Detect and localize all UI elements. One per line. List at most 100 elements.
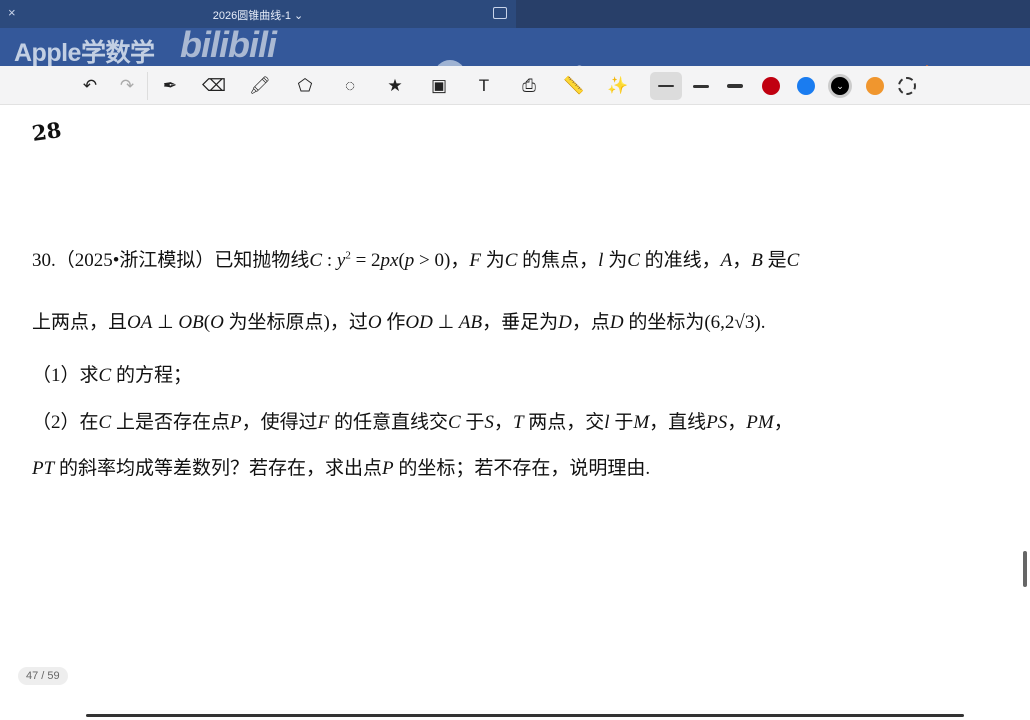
split-view-icon[interactable] bbox=[493, 7, 507, 19]
scrollbar[interactable] bbox=[1023, 551, 1027, 587]
math-symbol: OB bbox=[178, 312, 204, 333]
math-symbol: F bbox=[317, 412, 330, 433]
math-symbol: OD bbox=[405, 312, 433, 333]
problem-text: ，垂足为 bbox=[482, 312, 559, 333]
problem-text: 的焦点， bbox=[517, 250, 599, 271]
color-orange[interactable] bbox=[866, 77, 884, 95]
problem-text: 的方程； bbox=[111, 365, 192, 386]
math-symbol: M bbox=[633, 412, 650, 433]
math-symbol: px bbox=[380, 250, 399, 271]
math-symbol: O bbox=[367, 312, 382, 333]
problem-text: ， bbox=[493, 412, 513, 433]
problem-text: ，点 bbox=[571, 312, 610, 333]
color-red[interactable] bbox=[762, 77, 780, 95]
sticker-icon[interactable]: ★ bbox=[383, 75, 407, 97]
add-color-icon[interactable] bbox=[898, 77, 916, 95]
problem-text: 作 bbox=[381, 312, 406, 333]
ruler-icon[interactable]: 📏 bbox=[562, 75, 586, 97]
thickness-thick[interactable] bbox=[719, 72, 751, 100]
problem-text: > 0)， bbox=[414, 250, 470, 271]
drawing-toolbar: ↶ ↷ ✒ ⌫ 🖍 ⬠ ◌ ★ ▣ T ⎙ 📏 ✨ ⌄ bbox=[0, 66, 1030, 105]
laser-pointer-icon[interactable]: ✨ bbox=[606, 75, 630, 97]
problem-text: 为坐标原点)，过 bbox=[223, 312, 368, 333]
math-symbol: B bbox=[751, 250, 763, 271]
math-symbol: C bbox=[447, 412, 461, 433]
document-title[interactable]: 2026圆锥曲线-1 ⌄ bbox=[0, 7, 516, 23]
problem-text: ， bbox=[727, 412, 747, 433]
divider bbox=[147, 72, 148, 100]
problem-text: ，使得过 bbox=[241, 412, 318, 433]
problem-text: ⊥ bbox=[152, 312, 179, 333]
problem-text: （1）求 bbox=[32, 365, 99, 386]
shapes-icon[interactable]: ⬠ bbox=[293, 75, 317, 97]
problem-text: ， bbox=[773, 412, 793, 433]
image-icon[interactable]: ▣ bbox=[427, 75, 451, 97]
math-symbol: A bbox=[720, 250, 733, 271]
math-symbol: C bbox=[627, 250, 640, 271]
math-symbol: AB bbox=[458, 312, 483, 333]
problem-text: 的准线， bbox=[639, 250, 721, 271]
math-symbol: C bbox=[504, 250, 518, 271]
problem-text: 的坐标；若不存在，说明理由. bbox=[393, 458, 651, 479]
math-symbol: T bbox=[512, 412, 524, 433]
math-symbol: D bbox=[609, 312, 624, 333]
watermark-text: Apple学数学 bbox=[14, 39, 155, 67]
math-symbol: O bbox=[210, 312, 224, 333]
problem-text: = 2 bbox=[350, 250, 381, 271]
undo-icon[interactable]: ↶ bbox=[78, 75, 102, 97]
problem-text: 的任意直线交 bbox=[329, 412, 448, 433]
math-symbol: PM bbox=[746, 412, 774, 433]
problem-text: 于 bbox=[609, 412, 634, 433]
highlighter-icon[interactable]: 🖍 bbox=[248, 75, 272, 97]
math-symbol: C bbox=[98, 365, 112, 386]
eraser-icon[interactable]: ⌫ bbox=[202, 75, 226, 97]
problem-text: 的斜率均成等差数列？若存在，求出点 bbox=[54, 458, 382, 479]
math-symbol: C bbox=[309, 250, 323, 271]
title-bar: × 2026圆锥曲线-1 ⌄ bbox=[0, 0, 1030, 28]
lasso-icon[interactable]: ◌ bbox=[338, 75, 362, 97]
problem-text: 30.（2025•浙江模拟）已知抛物线 bbox=[32, 250, 310, 271]
math-symbol: C bbox=[98, 412, 112, 433]
text-box-icon[interactable]: T bbox=[472, 75, 496, 97]
problem-line: 30.（2025•浙江模拟）已知抛物线C : y2 = 2px(p > 0)，F… bbox=[32, 245, 799, 272]
thickness-thin[interactable] bbox=[650, 72, 682, 100]
color-blue[interactable] bbox=[797, 77, 815, 95]
color-black-selected[interactable]: ⌄ bbox=[831, 77, 849, 95]
pen-tool-icon[interactable]: ✒ bbox=[158, 75, 182, 97]
math-symbol: p bbox=[404, 250, 415, 271]
math-symbol: P bbox=[229, 412, 242, 433]
bilibili-logo: bilibili bbox=[180, 24, 277, 65]
math-symbol: C bbox=[786, 250, 800, 271]
math-symbol: F bbox=[469, 250, 481, 271]
problem-line: （1）求C 的方程； bbox=[32, 360, 192, 387]
problem-text: 两点，交 bbox=[523, 412, 605, 433]
math-symbol: PS bbox=[706, 412, 728, 433]
problem-text: 是 bbox=[762, 250, 787, 271]
math-symbol: S bbox=[484, 412, 494, 433]
home-indicator[interactable] bbox=[86, 714, 964, 717]
redo-icon[interactable]: ↷ bbox=[115, 75, 139, 97]
nav-bar: ‹ ▦ ⚲ ✎ ⌨ 🎙 ⊞ 🔖 ⇪ ⋯ bbox=[0, 28, 1030, 92]
problem-text: 于 bbox=[460, 412, 485, 433]
document-page[interactable]: 28 30.（2025•浙江模拟）已知抛物线C : y2 = 2px(p > 0… bbox=[0, 105, 1030, 720]
problem-text: ， bbox=[732, 250, 752, 271]
thickness-medium[interactable] bbox=[685, 72, 717, 100]
math-symbol: PT bbox=[32, 458, 55, 479]
problem-text: （2）在 bbox=[32, 412, 99, 433]
problem-text: ⊥ bbox=[432, 312, 459, 333]
math-symbol: P bbox=[381, 458, 394, 479]
problem-text: 为 bbox=[480, 250, 505, 271]
problem-line: （2）在C 上是否存在点P，使得过F 的任意直线交C 于S，T 两点，交l 于M… bbox=[32, 407, 793, 434]
problem-text: 的坐标为(6,2√3). bbox=[623, 312, 766, 333]
page-indicator: 47 / 59 bbox=[18, 667, 68, 685]
problem-text: ，直线 bbox=[649, 412, 707, 433]
problem-text: : bbox=[322, 250, 337, 271]
math-symbol: OA bbox=[127, 312, 153, 333]
problem-line: 上两点，且OA ⊥ OB(O 为坐标原点)，过O 作OD ⊥ AB，垂足为D，点… bbox=[32, 307, 765, 334]
problem-line: PT 的斜率均成等差数列？若存在，求出点P 的坐标；若不存在，说明理由. bbox=[32, 453, 650, 480]
problem-text: 上两点，且 bbox=[32, 312, 128, 333]
problem-text: 上是否存在点 bbox=[111, 412, 230, 433]
math-symbol: D bbox=[558, 312, 572, 333]
problem-text: 为 bbox=[603, 250, 628, 271]
camera-scan-icon[interactable]: ⎙ bbox=[517, 75, 541, 97]
